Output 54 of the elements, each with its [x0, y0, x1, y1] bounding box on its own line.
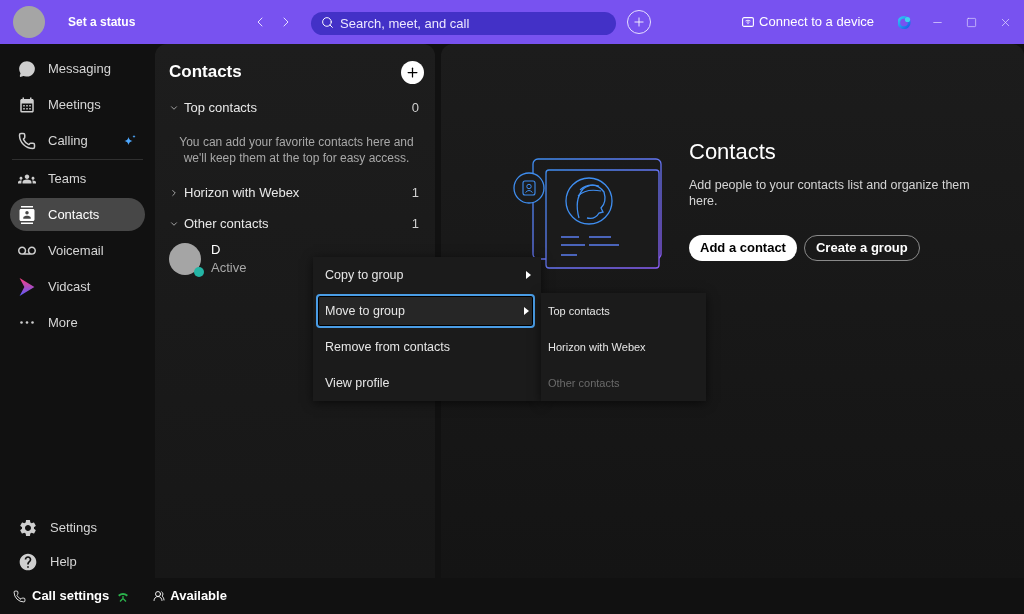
phone-icon — [13, 589, 26, 603]
nav-item[interactable]: Voicemail — [10, 234, 145, 267]
add-button[interactable] — [401, 60, 424, 84]
play-icon — [18, 277, 36, 296]
maximize-icon[interactable] — [965, 16, 977, 28]
nav-item[interactable]: Teams — [10, 162, 145, 195]
call-settings-button[interactable]: Call settings — [13, 586, 130, 606]
search-icon — [321, 15, 334, 29]
settings-icon — [18, 517, 38, 538]
empty-state-title: Contacts — [689, 139, 777, 165]
people-icon — [153, 590, 166, 602]
nav-item[interactable]: Contacts — [10, 198, 145, 231]
contact-card-icon — [18, 205, 36, 224]
contact-status: Active — [211, 259, 247, 277]
contact-name: D — [211, 241, 222, 259]
plus-icon — [405, 64, 420, 80]
avatar[interactable] — [13, 6, 45, 38]
nav-item[interactable]: Vidcast — [10, 270, 145, 303]
nav-item[interactable]: Help — [10, 545, 145, 578]
search-field[interactable]: Search, meet, and call — [311, 11, 616, 35]
group-header[interactable]: Horizon with Webex — [169, 183, 300, 203]
nav-item[interactable]: Calling — [10, 124, 145, 157]
calendar-icon — [18, 95, 36, 114]
plus-icon — [632, 15, 646, 29]
nav-item[interactable]: Meetings — [10, 88, 145, 121]
panel-title: Contacts — [169, 61, 242, 84]
status-button[interactable]: Set a status — [68, 13, 136, 31]
menu-item[interactable]: Remove from contacts — [316, 329, 535, 365]
phone-icon — [18, 131, 36, 150]
avatar — [169, 243, 201, 275]
app-logo-icon[interactable] — [898, 15, 912, 29]
menu-item[interactable]: View profile — [316, 365, 535, 401]
availability-button[interactable]: Available — [153, 586, 227, 606]
screen-icon — [742, 17, 755, 27]
nav-item[interactable]: More — [10, 306, 145, 339]
empty-state-description: Add people to your contacts list and organize them here. — [689, 177, 971, 209]
menu-item[interactable]: Copy to group — [316, 257, 535, 293]
group-header[interactable]: Top contacts — [169, 98, 257, 118]
menu-item[interactable]: Move to group — [316, 294, 535, 328]
group-count: 0 — [411, 99, 419, 118]
group-header[interactable]: Other contacts — [169, 214, 269, 234]
submenu-item[interactable]: Horizon with Webex — [541, 329, 706, 365]
connect-device-button[interactable]: Connect to a device — [742, 12, 874, 32]
submenu-item[interactable]: Top contacts — [541, 293, 706, 329]
nav-item[interactable]: Messaging — [10, 52, 145, 85]
add-contact-button[interactable]: Add a contact — [689, 235, 797, 261]
help-icon — [18, 551, 38, 572]
call-status-icon — [117, 590, 130, 602]
nav-item[interactable]: Settings — [10, 511, 145, 544]
group-count: 1 — [411, 215, 419, 234]
empty-message: You can add your favorite contacts here and we'll keep them at the top for easy access. — [178, 134, 415, 166]
more-icon — [20, 321, 34, 324]
chat-bubble-icon — [18, 59, 36, 78]
group-count: 1 — [411, 184, 419, 203]
